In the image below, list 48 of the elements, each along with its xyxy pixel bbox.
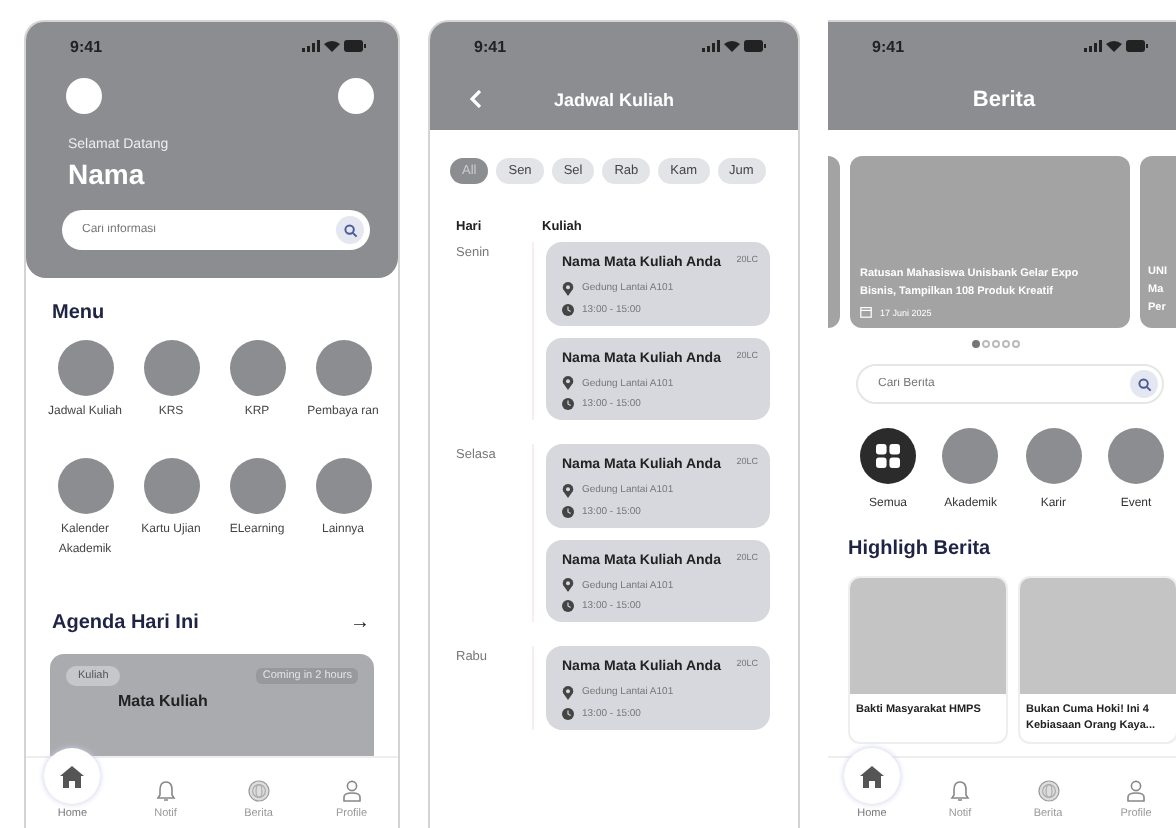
news-slide[interactable] xyxy=(828,156,840,328)
page-dot[interactable] xyxy=(1002,340,1010,348)
status-time: 9:41 xyxy=(474,37,507,55)
back-icon[interactable] xyxy=(470,90,482,108)
signal-icon xyxy=(302,40,320,52)
grid-icon xyxy=(876,444,900,468)
battery-icon xyxy=(744,40,766,52)
bell-icon xyxy=(950,780,970,802)
page-title: Jadwal Kuliah xyxy=(553,90,675,110)
section-title: Highligh Berita xyxy=(846,536,993,560)
bell-icon xyxy=(155,780,176,802)
page-dot[interactable] xyxy=(972,340,980,348)
clock-icon xyxy=(562,600,574,612)
page-dot[interactable] xyxy=(1012,340,1020,348)
page-dot[interactable] xyxy=(982,340,990,348)
wifi-icon xyxy=(324,40,340,52)
location-pin-icon xyxy=(562,483,574,497)
person-icon xyxy=(1126,780,1146,802)
page-dot[interactable] xyxy=(992,340,1000,348)
person-icon xyxy=(341,780,362,802)
calendar-icon xyxy=(860,306,872,318)
location-pin-icon xyxy=(562,685,574,699)
arrow-link[interactable]: → xyxy=(350,612,370,634)
page-title: Berita xyxy=(972,88,1036,112)
wifi-icon xyxy=(724,40,740,52)
clock-icon xyxy=(562,505,574,517)
location-pin-icon xyxy=(562,281,574,295)
location-pin-icon xyxy=(562,376,574,390)
clock-icon xyxy=(562,398,574,410)
avatar-icon[interactable] xyxy=(66,78,102,114)
globe-icon xyxy=(1037,780,1059,802)
house-icon xyxy=(860,765,884,787)
battery-icon xyxy=(344,40,366,52)
location-pin-icon xyxy=(562,578,574,592)
section-title: Menu xyxy=(50,300,107,324)
agenda-title: Mata Kuliah xyxy=(116,690,210,710)
house-icon xyxy=(60,765,85,787)
battery-icon xyxy=(1126,40,1148,52)
section-title: Agenda Hari Ini xyxy=(52,612,199,634)
status-time: 9:41 xyxy=(70,37,103,55)
user-name: Nama xyxy=(66,156,147,190)
signal-icon xyxy=(1084,40,1102,52)
signal-icon xyxy=(702,40,720,52)
status-time: 9:41 xyxy=(872,37,905,55)
clock-icon xyxy=(562,707,574,719)
wifi-icon xyxy=(1106,40,1122,52)
globe-icon xyxy=(247,780,270,802)
clock-icon xyxy=(562,303,574,315)
